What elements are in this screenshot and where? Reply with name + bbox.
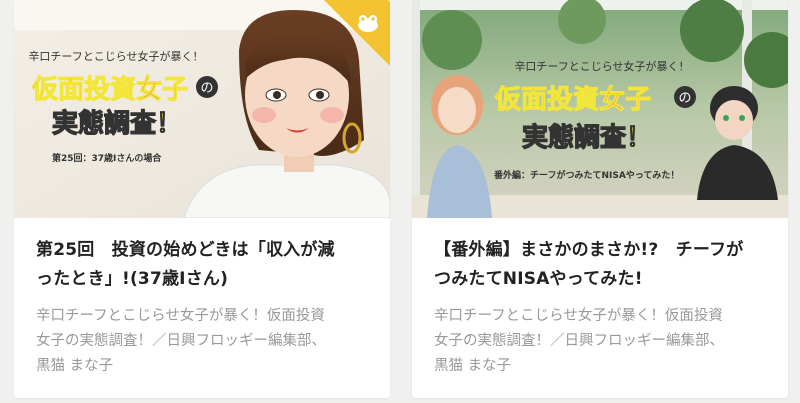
article-card-25[interactable]: 辛口チーフとこじらせ女子が暴く！ 仮面投資女子 の 実態調査！ 第25回：37歳… [14,0,390,398]
thumbnail-title-no: の [678,91,691,106]
article-meta-line: 黒猫 まな子 [36,358,114,374]
thumbnail-title-no: の [200,81,213,96]
article-thumbnail[interactable]: 辛口チーフとこじらせ女子が暴く！ 仮面投資女子 の 実態調査！ 番外編：チーフが… [412,0,788,218]
article-meta-line: 黒猫 まな子 [434,358,512,374]
thumbnail-caption: 番外編：チーフがつみたてNISAやってみた！ [493,169,679,181]
article-meta-line: 辛口チーフとこじらせ女子が暴く！仮面投資 [36,308,325,324]
thumbnail-title-sub: 実態調査！ [52,108,182,139]
article-meta: 辛口チーフとこじらせ女子が暴く！仮面投資 女子の実態調査！／日興フロッギー編集部… [434,304,770,379]
thumbnail-title-sub: 実態調査！ [522,122,652,153]
thumbnail-subtitle: 辛口チーフとこじらせ女子が暴く！ [28,49,203,63]
article-title[interactable]: 【番外編】まさかのまさか!? チーフが つみたてNISAやってみた! [434,236,770,294]
frog-icon [324,0,390,66]
article-title-line[interactable]: つみたてNISAやってみた! [434,265,770,294]
article-meta-line: 女子の実態調査！／日興フロッギー編集部、 [36,333,326,349]
thumbnail-title-main: 仮面投資女子 [494,84,651,115]
thumbnail-title-main: 仮面投資女子 [31,74,188,105]
article-title[interactable]: 第25回 投資の始めどきは「収入が減 ったとき」!(37歳Iさん) [36,236,372,294]
article-meta-line: 辛口チーフとこじらせ女子が暴く！仮面投資 [434,308,723,324]
article-meta: 辛口チーフとこじらせ女子が暴く！仮面投資 女子の実態調査！／日興フロッギー編集部… [36,304,372,379]
article-meta-line: 女子の実態調査！／日興フロッギー編集部、 [434,333,724,349]
thumbnail-caption: 第25回：37歳Iさんの場合 [52,152,162,164]
article-title-line[interactable]: ったとき」!(37歳Iさん) [36,265,372,294]
article-title-line[interactable]: 【番外編】まさかのまさか!? チーフが [434,236,770,265]
thumbnail-subtitle: 辛口チーフとこじらせ女子が暴く！ [514,59,689,73]
article-card-extra[interactable]: 辛口チーフとこじらせ女子が暴く！ 仮面投資女子 の 実態調査！ 番外編：チーフが… [412,0,788,398]
article-thumbnail[interactable]: 辛口チーフとこじらせ女子が暴く！ 仮面投資女子 の 実態調査！ 第25回：37歳… [14,0,390,218]
article-title-line[interactable]: 第25回 投資の始めどきは「収入が減 [36,236,372,265]
